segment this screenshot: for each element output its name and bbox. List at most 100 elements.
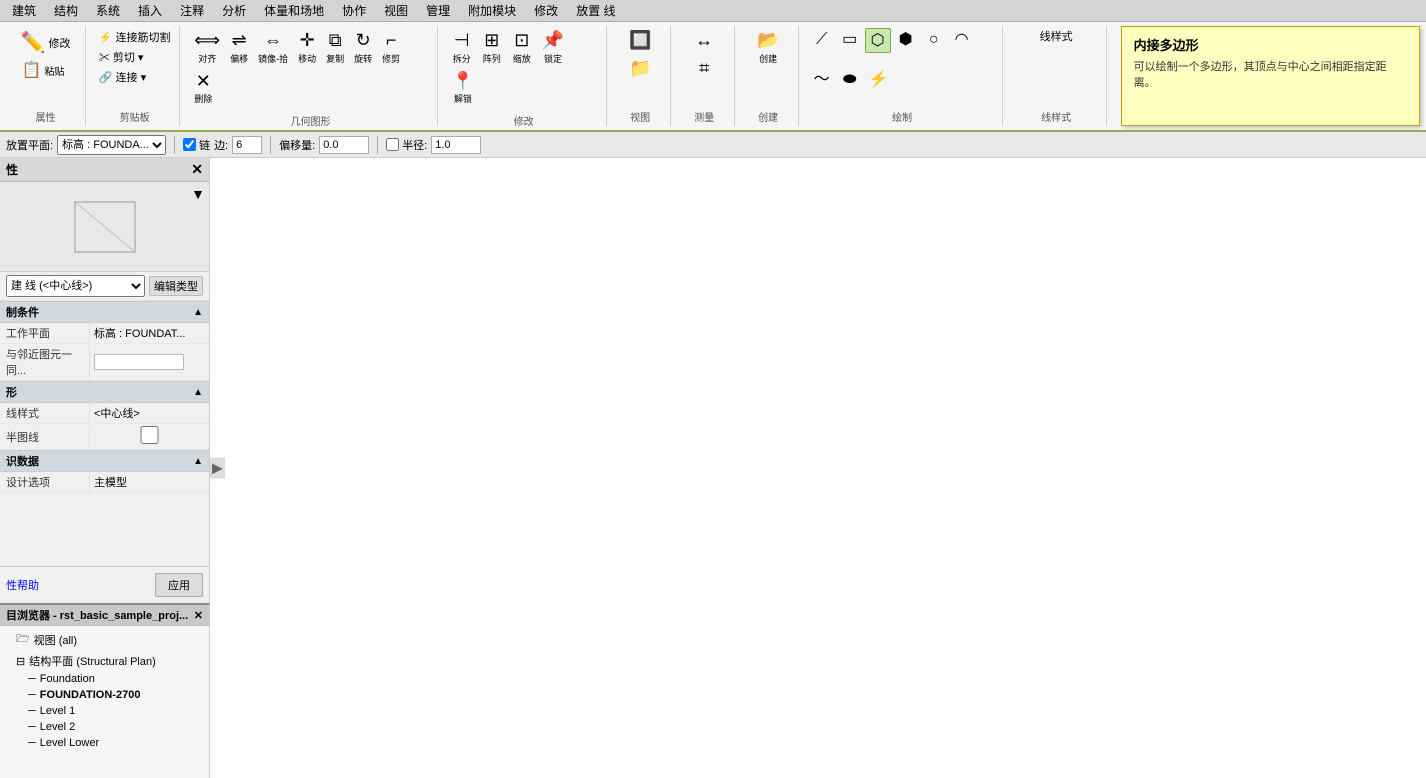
ribbon: ✏️ 修改 📋 粘贴 属性 ⚡ 连接筋切割 ✂ 剪切 ▾ 🔗 连接 ▾ 剪贴板 [0,22,1426,132]
menu-item-systems[interactable]: 系统 [88,0,128,21]
view-btn2[interactable]: 📁 [625,56,655,82]
menu-item-massing[interactable]: 体量和场地 [256,0,332,21]
trim-btn[interactable]: ⌐ 修剪 [378,28,404,67]
delete-btn[interactable]: ✕ 删除 [190,69,216,108]
align-btn[interactable]: ⟺ 对齐 [190,28,224,67]
linked-value[interactable] [90,352,209,372]
drawing-canvas[interactable] [210,158,1426,778]
tree-foundation-2700[interactable]: ─ FOUNDATION-2700 [0,687,209,703]
help-link[interactable]: 性帮助 [6,577,39,593]
ellipse-btn[interactable]: ⬬ [837,68,863,91]
constraints-arrow: ▲ [193,307,203,318]
menu-item-view[interactable]: 视图 [376,0,416,21]
radius-input[interactable] [431,136,481,154]
half-line-value[interactable] [90,424,209,449]
rect-icon: ▭ [842,30,857,49]
menu-item-manage[interactable]: 管理 [418,0,458,21]
ribbon-group-measure-items: ↔ ⌗ [690,28,718,107]
array-btn[interactable]: ⊞ 阵列 [478,28,506,67]
paste-btn[interactable]: 📋 粘贴 [19,59,68,81]
circle-icon: ○ [929,30,939,49]
side-input[interactable] [232,136,262,154]
pick-lines-icon: ⚡ [869,70,889,89]
menu-item-structure[interactable]: 结构 [46,0,86,21]
menu-item-architecture[interactable]: 建筑 [4,0,44,21]
panel-header: 性 ✕ [0,158,209,182]
offset-btn[interactable]: ⇌ 偏移 [226,28,252,67]
linked-input[interactable] [94,354,184,370]
section-graphics[interactable]: 形 ▲ [0,381,209,403]
inscribed-polygon-btn active-tool[interactable]: ⬡ [865,28,891,53]
menu-item-place-line[interactable]: 放置 线 [568,0,623,21]
edit-type-btn[interactable]: 编辑类型 [149,276,203,296]
expand-btn[interactable]: ▼ [191,186,205,202]
connect-cut-btn[interactable]: ⚡ 连接筋切割 [96,28,174,46]
design-option-label: 设计选项 [0,472,90,492]
view-btn1[interactable]: 🔲 [625,28,655,54]
tree-structural-plan[interactable]: ⊟ 结构平面 (Structural Plan) [0,651,209,671]
pin-btn[interactable]: 📌 锁定 [538,28,568,67]
measure-btn1[interactable]: ↔ [690,28,718,54]
ribbon-group-line-style: 线样式 线样式 [1007,26,1107,126]
mirror-pick-btn[interactable]: ⇔ 镜像-拾 [254,28,292,67]
offset-input[interactable] [319,136,369,154]
pick-lines-btn[interactable]: ⚡ [865,68,893,91]
modify-btn[interactable]: ✏️ 修改 [19,28,73,57]
browser-panel: 目浏览器 - rst_basic_sample_proj... ✕ 🗁 视图 (… [0,603,210,778]
tooltip-description: 可以绘制一个多边形，其顶点与中心之间相距指定距离。 [1134,58,1407,90]
ribbon-group-view-items: 🔲 📁 [625,28,655,107]
browser-content: 🗁 视图 (all) ⊟ 结构平面 (Structural Plan) ─ Fo… [0,626,209,778]
view-icon-level1: ─ [28,705,36,717]
cut-btn[interactable]: ✂ 剪切 ▾ [96,48,147,66]
menu-item-addins[interactable]: 附加模块 [460,0,524,21]
align-icon: ⟺ [194,30,220,52]
menu-item-annotate[interactable]: 注释 [172,0,212,21]
height-dropdown[interactable]: 标高 : FOUNDA... [57,135,166,155]
paste-label: 粘贴 [44,63,64,78]
tree-level2[interactable]: ─ Level 2 [0,719,209,735]
measure-btn2[interactable]: ⌗ [690,56,718,82]
circle-btn[interactable]: ○ [921,28,947,51]
tree-views-all[interactable]: 🗁 视图 (all) [0,628,209,651]
menu-item-collaborate[interactable]: 协作 [334,0,374,21]
menu-item-insert[interactable]: 插入 [130,0,170,21]
ribbon-group-clipboard: ⚡ 连接筋切割 ✂ 剪切 ▾ 🔗 连接 ▾ 剪贴板 [90,26,180,126]
tree-level1[interactable]: ─ Level 1 [0,703,209,719]
menu-item-analyze[interactable]: 分析 [214,0,254,21]
connect-btn[interactable]: 🔗 连接 ▾ [96,68,149,86]
view-icon-foundation2700: ─ [28,689,36,701]
arc-btn[interactable]: ◠ [949,28,975,51]
tree-level-lower[interactable]: ─ Level Lower [0,735,209,751]
panel-footer: 性帮助 应用 [0,566,209,603]
section-identity[interactable]: 识数据 ▲ [0,450,209,472]
type-selector[interactable]: 建 线 (<中心线>) [6,275,145,297]
mirror-pick-icon: ⇔ [264,30,282,52]
rotate-btn[interactable]: ↻ 旋转 [350,28,376,67]
chain-checkbox[interactable] [183,138,196,151]
unpin-btn[interactable]: 📍 解锁 [448,69,478,108]
menu-item-modify[interactable]: 修改 [526,0,566,21]
create-btn[interactable]: 📂 创建 [753,28,783,67]
spline-btn[interactable]: 〜 [809,68,835,91]
browser-close-btn[interactable]: ✕ [194,609,203,622]
create-icon: 📂 [757,30,779,52]
rect-btn[interactable]: ▭ [837,28,863,51]
line-btn[interactable]: ⟋ [809,28,835,51]
half-radius-checkbox[interactable] [386,138,399,151]
circumscribed-polygon-btn[interactable]: ⬢ [893,28,919,51]
delete-icon: ✕ [196,71,211,93]
scale-btn[interactable]: ⊡ 缩放 [508,28,536,67]
move-btn[interactable]: ✛ 移动 [294,28,320,67]
ellipse-icon: ⬬ [843,70,857,89]
copy-btn[interactable]: ⧉ 复制 [322,28,348,67]
split-icon: ⊣ [454,30,470,52]
ribbon-group-clipboard-items: ⚡ 连接筋切割 ✂ 剪切 ▾ 🔗 连接 ▾ [96,28,174,107]
panel-expand-arrow[interactable]: ▶ [210,458,225,479]
half-line-checkbox[interactable] [94,426,205,444]
apply-btn[interactable]: 应用 [155,573,203,597]
browser-title: 目浏览器 - rst_basic_sample_proj... [6,607,188,623]
panel-close-btn[interactable]: ✕ [191,161,203,178]
section-constraints[interactable]: 制条件 ▲ [0,301,209,323]
split-btn[interactable]: ⊣ 拆分 [448,28,476,67]
tree-foundation[interactable]: ─ Foundation [0,671,209,687]
